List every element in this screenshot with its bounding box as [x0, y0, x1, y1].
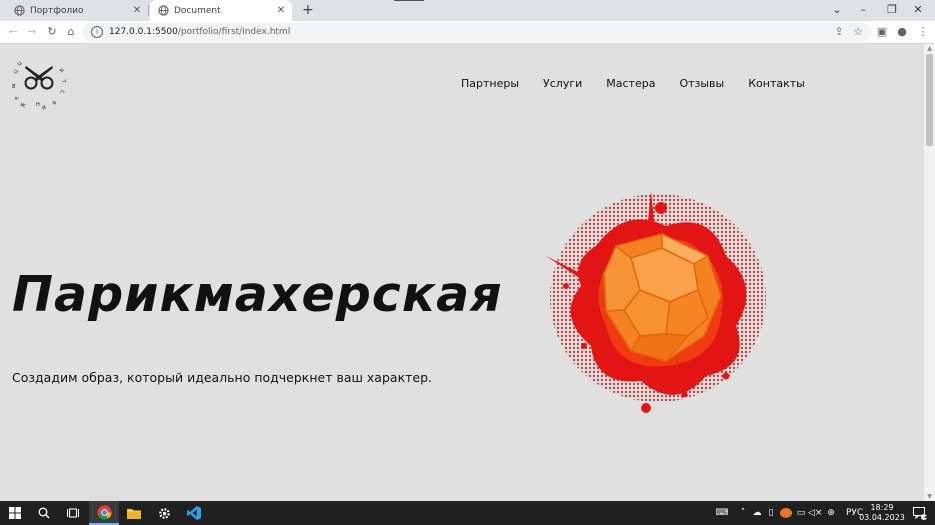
network-globe-icon[interactable]: ⊕: [824, 508, 838, 518]
scissors-logo-icon[interactable]: Ц Ц Ы Р Ж Н И Я С Т И: [12, 54, 68, 110]
svg-text:Н: Н: [36, 102, 40, 108]
tab-divider: [148, 5, 149, 16]
minimize-icon[interactable]: –: [853, 3, 873, 16]
svg-text:Т: Т: [60, 78, 67, 84]
svg-text:Р: Р: [14, 94, 21, 100]
forward-arrow-icon[interactable]: →: [24, 24, 40, 40]
tab-title: Портфолио: [30, 5, 84, 16]
nav-link-reviews[interactable]: Отзывы: [679, 77, 724, 90]
clock-date: 03.04.2023: [859, 513, 905, 522]
settings-gear-icon[interactable]: [149, 501, 179, 525]
window-drag-indicator: [394, 0, 424, 1]
search-icon[interactable]: [29, 501, 59, 525]
url-text: 127.0.0.1:5500/portfolio/first/index.htm…: [109, 27, 290, 37]
browser-toolbar: ← → ↻ ⌂ i 127.0.0.1:5500/portfolio/first…: [0, 21, 935, 44]
tab-document[interactable]: Document ✕: [150, 0, 292, 21]
vertical-scrollbar[interactable]: ▲ ▼: [924, 44, 935, 501]
file-explorer-icon[interactable]: [119, 501, 149, 525]
svg-text:И: И: [57, 67, 64, 74]
system-tray: ⌨ ˄ ☁ ▯ ▭ ◁× ⊕ РУС: [714, 501, 863, 525]
svg-text:Я: Я: [50, 99, 57, 106]
reload-icon[interactable]: ↻: [44, 24, 60, 40]
tab-title: Document: [174, 5, 221, 16]
svg-text:Ы: Ы: [12, 84, 17, 88]
main-nav: Партнеры Услуги Мастера Отзывы Контакты: [461, 77, 829, 90]
globe-icon: [158, 5, 169, 16]
side-panel-icon[interactable]: ▣: [874, 24, 890, 40]
svg-text:И: И: [41, 103, 47, 110]
clock[interactable]: 18:29 03.04.2023: [858, 503, 906, 523]
start-windows-icon[interactable]: [0, 501, 30, 525]
new-tab-plus-icon[interactable]: +: [302, 2, 314, 18]
volume-muted-icon[interactable]: ◁×: [808, 508, 822, 518]
clock-time: 18:29: [870, 503, 894, 512]
tab-strip: Портфолио ✕ Document ✕ + ⌄ – ❐ ✕: [0, 0, 935, 21]
vscode-icon[interactable]: [179, 501, 209, 525]
restore-icon[interactable]: ❐: [882, 3, 902, 16]
close-tab-icon[interactable]: ✕: [274, 5, 288, 16]
scroll-down-arrow-icon[interactable]: ▼: [924, 493, 935, 500]
bookmark-star-icon[interactable]: ☆: [850, 24, 866, 40]
tab-portfolio[interactable]: Портфолио ✕: [6, 0, 148, 21]
back-arrow-icon[interactable]: ←: [5, 24, 21, 40]
nav-link-partners[interactable]: Партнеры: [461, 77, 519, 90]
task-view-icon[interactable]: [58, 501, 88, 525]
nav-link-masters[interactable]: Мастера: [606, 77, 655, 90]
globe-icon: [14, 5, 25, 16]
svg-text:Ц: Ц: [16, 60, 23, 67]
scroll-up-arrow-icon[interactable]: ▲: [924, 45, 935, 52]
profile-avatar-icon[interactable]: ●: [894, 24, 910, 40]
scroll-thumb[interactable]: [926, 54, 933, 146]
hero-subtitle: Создадим образ, который идеально подчерк…: [12, 370, 432, 385]
cloud-icon[interactable]: ☁: [750, 508, 764, 518]
battery-icon[interactable]: ▭: [794, 508, 808, 518]
hero-title: Парикмахерская: [12, 266, 503, 323]
keyboard-icon[interactable]: ⌨: [714, 508, 730, 518]
chrome-taskbar-icon[interactable]: [89, 501, 119, 525]
svg-text:Ж: Ж: [19, 100, 27, 108]
address-bar[interactable]: i 127.0.0.1:5500/portfolio/first/index.h…: [82, 23, 872, 41]
svg-text:С: С: [58, 90, 65, 95]
windows-taskbar: ⌨ ˄ ☁ ▯ ▭ ◁× ⊕ РУС 18:29 03.04.2023 2: [0, 501, 935, 525]
site-info-icon[interactable]: i: [91, 26, 103, 38]
app-tray-icon[interactable]: [780, 508, 792, 518]
close-window-icon[interactable]: ✕: [908, 3, 928, 16]
svg-text:Ц: Ц: [13, 69, 20, 75]
phone-link-icon[interactable]: ▯: [764, 508, 778, 518]
page-viewport: Ц Ц Ы Р Ж Н И Я С Т И Партнеры Услуги Ма…: [0, 44, 924, 501]
menu-dots-icon[interactable]: ⋮: [915, 24, 931, 40]
close-tab-icon[interactable]: ✕: [130, 5, 144, 16]
home-icon[interactable]: ⌂: [63, 24, 79, 40]
gem-splash-illustration: [546, 191, 766, 413]
tray-chevron-up-icon[interactable]: ˄: [736, 508, 750, 518]
nav-link-contacts[interactable]: Контакты: [748, 77, 805, 90]
url-path: /portfolio/first/index.html: [177, 27, 291, 37]
tab-search-chevron-icon[interactable]: ⌄: [827, 3, 847, 16]
nav-link-services[interactable]: Услуги: [543, 77, 582, 90]
notifications-icon[interactable]: 2: [905, 501, 935, 525]
share-icon[interactable]: ⇪: [831, 24, 847, 40]
notification-count: 2: [924, 513, 929, 520]
url-host: 127.0.0.1:5500: [109, 27, 178, 37]
